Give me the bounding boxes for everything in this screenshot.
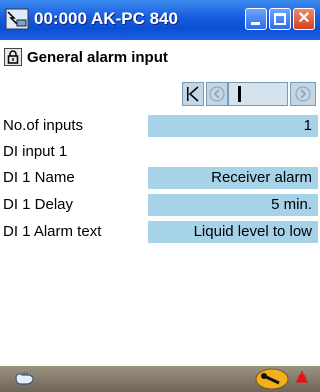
list-item: DI 1 Delay 5 min. — [0, 194, 320, 216]
window-title: 00:000 AK-PC 840 — [34, 9, 178, 28]
lock-icon — [7, 50, 19, 64]
lock-button[interactable] — [4, 48, 22, 66]
hand-icon[interactable] — [14, 370, 36, 386]
no-of-inputs-field[interactable]: 1 — [148, 115, 318, 137]
di1-name-field[interactable]: Receiver alarm — [148, 167, 318, 189]
list-item: DI 1 Alarm text Liquid level to low — [0, 221, 320, 243]
page-slider[interactable] — [228, 82, 288, 106]
row-label: DI 1 Delay — [3, 196, 74, 213]
alarm-bell-icon[interactable] — [294, 370, 310, 384]
first-page-button[interactable] — [182, 82, 204, 106]
row-label: No.of inputs — [3, 117, 84, 134]
slider-thumb[interactable] — [238, 86, 241, 102]
previous-page-icon — [209, 86, 225, 102]
next-page-button[interactable] — [290, 82, 316, 106]
di1-alarm-text-field[interactable]: Liquid level to low — [148, 221, 318, 243]
previous-page-button[interactable] — [206, 82, 228, 106]
close-button[interactable]: ✕ — [293, 8, 315, 30]
close-icon: ✕ — [297, 10, 311, 27]
list-item: No.of inputs 1 — [0, 115, 320, 137]
row-label: DI 1 Alarm text — [3, 223, 102, 240]
row-label: DI 1 Name — [3, 169, 75, 186]
next-page-icon — [295, 86, 311, 102]
maximize-button[interactable] — [269, 8, 291, 30]
di1-delay-field[interactable]: 5 min. — [148, 194, 318, 216]
section-heading: DI input 1 — [3, 143, 68, 160]
page-title: General alarm input — [27, 49, 168, 66]
list-item: DI input 1 — [0, 141, 320, 163]
first-page-icon — [187, 86, 199, 102]
list-item: DI 1 Name Receiver alarm — [0, 167, 320, 189]
key-icon[interactable] — [255, 368, 289, 390]
minimize-button[interactable] — [245, 8, 267, 30]
title-bar: 00:000 AK-PC 840 ✕ — [0, 0, 320, 40]
pc-connection-icon — [5, 8, 29, 30]
